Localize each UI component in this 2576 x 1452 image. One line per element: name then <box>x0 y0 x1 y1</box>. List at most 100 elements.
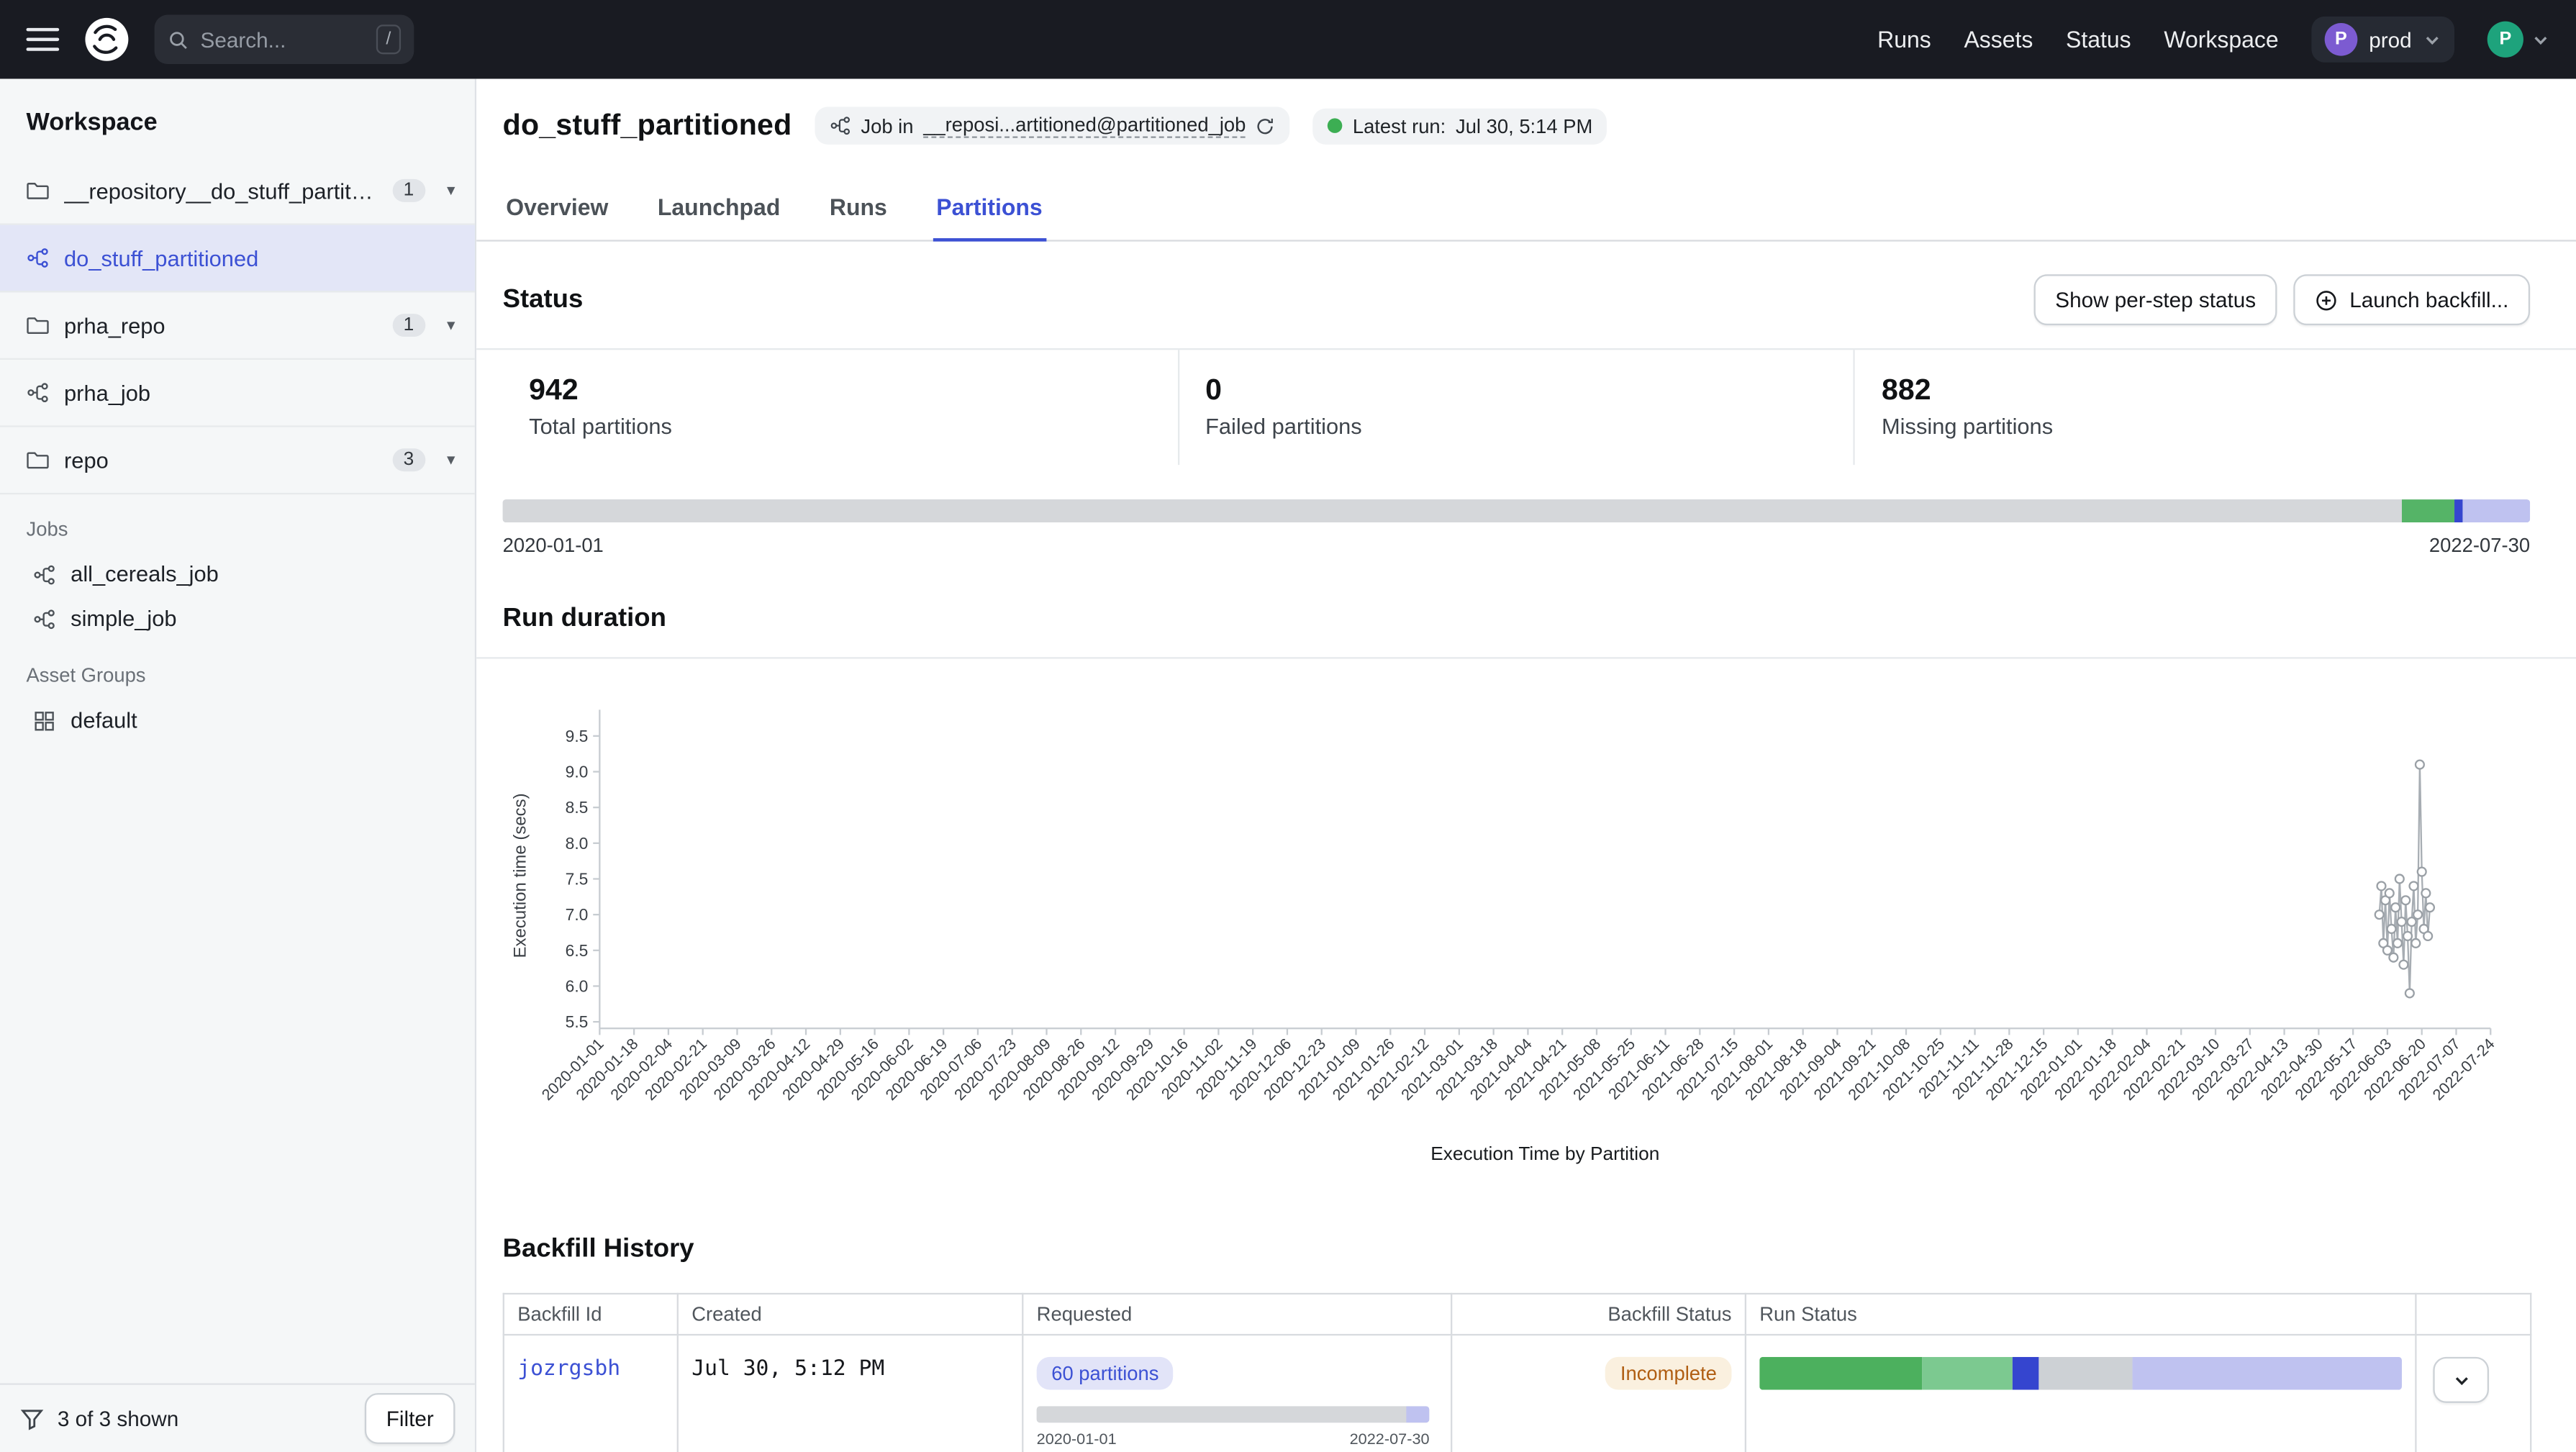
stat-value: 942 <box>529 373 1151 407</box>
workspace-sidebar: Workspace __repository__do_stuff_partiti… <box>0 79 476 1452</box>
sidebar-sections: Jobsall_cereals_jobsimple_jobAsset Group… <box>0 494 475 743</box>
column-header-requested: Requested <box>1022 1294 1451 1335</box>
chevron-down-icon[interactable]: ▾ <box>447 451 455 469</box>
show-per-step-status-button[interactable]: Show per-step status <box>2034 274 2277 325</box>
partitions-count-chip[interactable]: 60 partitions <box>1037 1357 1174 1390</box>
sidebar-item-label: prha_job <box>64 381 455 405</box>
stat-label: Failed partitions <box>1205 414 1828 438</box>
nav-link-assets[interactable]: Assets <box>1964 27 2033 53</box>
requested-cell: 60 partitions 2020-01-012022-07-30 <box>1022 1335 1451 1452</box>
sidebar-item-label: do_stuff_partitioned <box>64 245 455 270</box>
backfill-id-link[interactable]: jozrgsbh <box>517 1357 620 1381</box>
requested-range-end: 2022-07-30 <box>1350 1431 1430 1449</box>
column-header-actions <box>2416 1294 2531 1335</box>
search-icon <box>168 29 189 50</box>
filter-button[interactable]: Filter <box>365 1393 455 1444</box>
tab-partitions[interactable]: Partitions <box>933 179 1046 242</box>
nav-links: Runs Assets Status Workspace <box>1877 27 2279 53</box>
run-status-dot <box>1328 118 1343 133</box>
column-header-backfill-status: Backfill Status <box>1451 1294 1746 1335</box>
search-placeholder: Search... <box>201 27 286 52</box>
chevron-down-icon <box>2531 30 2549 48</box>
dagster-logo-icon[interactable] <box>82 15 131 64</box>
backfill-history-table: Backfill IdCreatedRequestedBackfill Stat… <box>503 1293 2532 1452</box>
sidebar-item-label: __repository__do_stuff_partitio... <box>64 178 377 203</box>
status-section: Status Show per-step status Launch backf… <box>476 274 2576 557</box>
app: Search... / Runs Assets Status Workspace P … <box>0 0 2576 1452</box>
nav-link-workspace[interactable]: Workspace <box>2164 27 2278 53</box>
x-axis-label: Execution Time by Partition <box>1430 1143 1659 1164</box>
job-origin-prefix: Job in <box>861 114 913 137</box>
launch-backfill-button[interactable]: Launch backfill... <box>2294 274 2530 325</box>
sidebar-section-label: Jobs <box>0 494 475 552</box>
job-icon <box>33 607 56 630</box>
tab-launchpad[interactable]: Launchpad <box>654 179 784 240</box>
requested-partition-bar <box>1037 1406 1430 1422</box>
bar-segment <box>1406 1406 1430 1422</box>
bar-segment <box>1923 1357 2013 1390</box>
sidebar-item-label: simple_job <box>71 606 455 630</box>
latest-run-time[interactable]: Jul 30, 5:14 PM <box>1456 114 1592 137</box>
sidebar-item-prha-job[interactable]: prha_job <box>0 360 475 427</box>
svg-text:9.0: 9.0 <box>566 763 589 781</box>
folder-icon <box>27 448 50 471</box>
sidebar-item-all-cereals-job[interactable]: all_cereals_job <box>0 552 475 596</box>
expand-row-button[interactable] <box>2433 1357 2489 1403</box>
stat-total-partitions: 942 Total partitions <box>503 350 1178 465</box>
bar-segment <box>1037 1406 1406 1422</box>
sidebar-item-default[interactable]: default <box>0 698 475 743</box>
backfill-history-title: Backfill History <box>503 1235 2530 1265</box>
user-menu[interactable]: P <box>2487 22 2550 58</box>
folder-icon <box>27 314 50 337</box>
partition-range-end: 2022-07-30 <box>2429 534 2530 557</box>
tab-runs[interactable]: Runs <box>826 179 890 240</box>
latest-run-tag: Latest run: Jul 30, 5:14 PM <box>1313 108 1607 144</box>
item-count-badge: 1 <box>392 179 426 202</box>
main-content: do_stuff_partitioned Job in __reposi...a… <box>476 79 2576 1452</box>
search-input[interactable]: Search... / <box>155 15 414 64</box>
reload-icon[interactable] <box>1256 116 1275 135</box>
bar-segment <box>2013 1357 2039 1390</box>
run-status-bar[interactable] <box>1759 1357 2402 1390</box>
item-count-badge: 3 <box>392 448 426 471</box>
filter-funnel-icon <box>19 1406 44 1430</box>
job-icon <box>830 115 851 137</box>
sidebar-item-repo[interactable]: repo 3 ▾ <box>0 427 475 495</box>
partition-status-bar[interactable] <box>503 499 2530 522</box>
run-duration-section: Run duration 5.56.06.57.07.58.08.59.09.5… <box>476 604 2576 1169</box>
requested-range-labels: 2020-01-012022-07-30 <box>1037 1431 1430 1449</box>
environment-switcher[interactable]: P prod <box>2311 17 2454 63</box>
svg-text:7.5: 7.5 <box>566 869 589 888</box>
svg-text:6.0: 6.0 <box>566 976 589 995</box>
page-title: do_stuff_partitioned <box>503 109 792 143</box>
chevron-down-icon[interactable]: ▾ <box>447 181 455 199</box>
folder-icon <box>27 179 50 202</box>
sidebar-item-simple-job[interactable]: simple_job <box>0 596 475 641</box>
job-icon <box>27 381 50 404</box>
sidebar-item-repository-do-stuff-partitio[interactable]: __repository__do_stuff_partitio... 1 ▾ <box>0 158 475 225</box>
nav-link-runs[interactable]: Runs <box>1877 27 1931 53</box>
svg-text:5.5: 5.5 <box>566 1012 589 1031</box>
svg-text:6.5: 6.5 <box>566 941 589 960</box>
shown-count: 3 of 3 shown <box>58 1406 178 1430</box>
sidebar-item-label: repo <box>64 448 377 472</box>
backfill-status-cell: Incomplete <box>1451 1335 1746 1452</box>
job-origin-path[interactable]: __reposi...artitioned@partitioned_job <box>923 114 1246 138</box>
sidebar-item-prha-repo[interactable]: prha_repo1▾ <box>0 292 475 360</box>
job-tabs: Overview Launchpad Runs Partitions <box>476 179 2576 242</box>
top-nav: Search... / Runs Assets Status Workspace P … <box>0 0 2576 79</box>
nav-link-status[interactable]: Status <box>2066 27 2131 53</box>
sidebar-item-label: prha_repo <box>64 313 377 337</box>
sidebar-item-do-stuff-partitioned[interactable]: do_stuff_partitioned <box>0 225 475 293</box>
stat-label: Total partitions <box>529 414 1151 438</box>
chevron-down-icon <box>2423 30 2441 48</box>
bar-segment <box>2132 1357 2402 1390</box>
tab-overview[interactable]: Overview <box>503 179 612 240</box>
svg-text:8.0: 8.0 <box>566 834 589 853</box>
stat-value: 882 <box>1882 373 2504 407</box>
chevron-down-icon[interactable]: ▾ <box>447 317 455 335</box>
backfill-id-cell: jozrgsbh <box>504 1335 678 1452</box>
latest-run-label: Latest run: <box>1353 114 1446 137</box>
job-icon <box>33 563 56 586</box>
menu-icon[interactable] <box>27 28 60 51</box>
